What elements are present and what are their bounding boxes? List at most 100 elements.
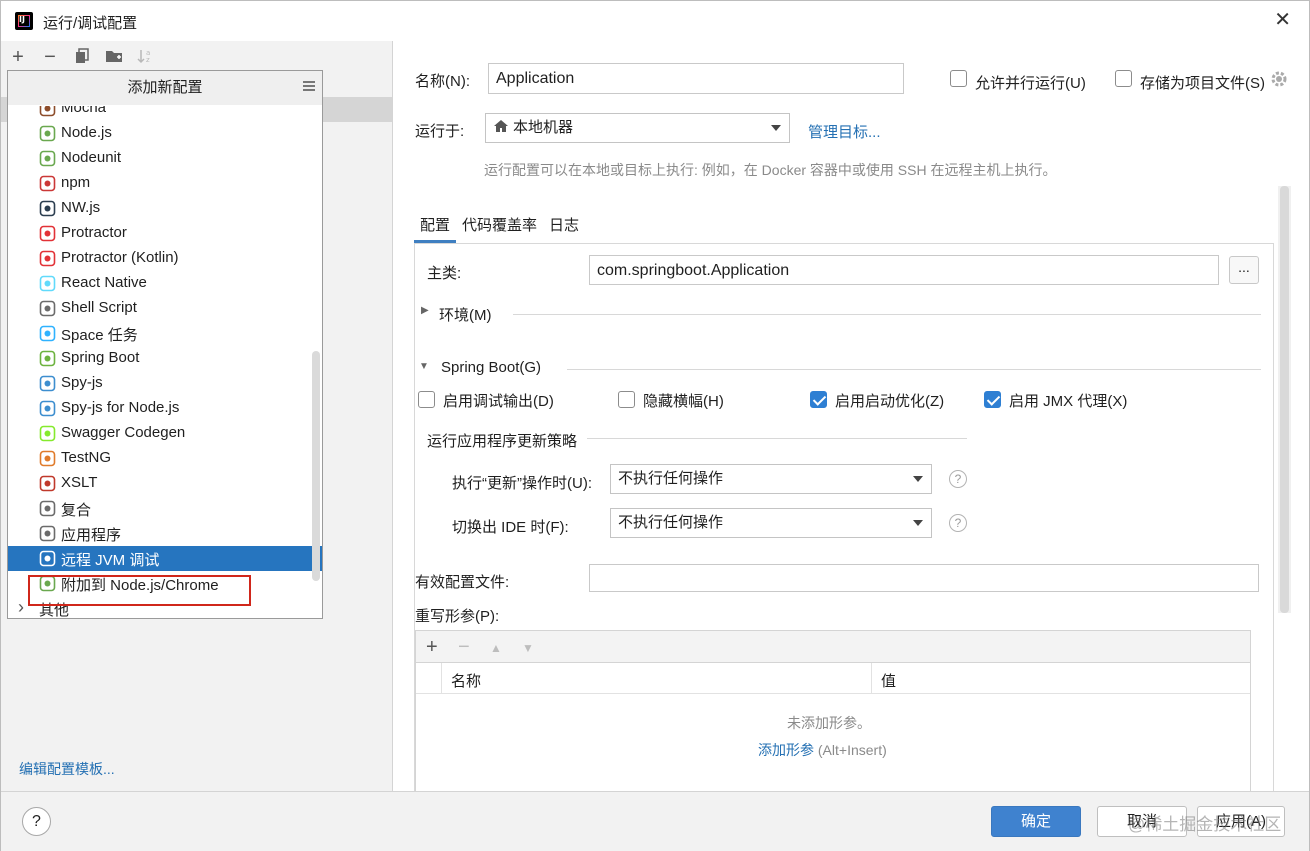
run-on-select[interactable]: 本地机器 xyxy=(485,113,790,143)
swagger-icon xyxy=(39,425,56,442)
list-item[interactable]: Spy-js xyxy=(8,371,322,396)
list-item[interactable]: 远程 JVM 调试 xyxy=(8,546,322,571)
list-item[interactable]: Swagger Codegen xyxy=(8,421,322,446)
popup-header: 添加新配置 xyxy=(8,71,322,105)
browse-button[interactable]: ... xyxy=(1229,256,1259,284)
list-item[interactable]: Protractor (Kotlin) xyxy=(8,246,322,271)
compound-icon xyxy=(39,500,56,517)
list-item[interactable]: Spring Boot xyxy=(8,346,322,371)
main-class-input[interactable]: com.springboot.Application xyxy=(589,255,1219,285)
column-value-header[interactable]: 值 xyxy=(881,670,896,691)
help-button[interactable]: ? xyxy=(22,807,51,836)
tree-toolbar: + − az xyxy=(9,45,155,69)
allow-parallel-label: 允许并行运行(U) xyxy=(975,75,1086,92)
active-profiles-label: 有效配置文件: xyxy=(415,574,510,591)
sort-icon[interactable]: az xyxy=(137,48,155,66)
list-item[interactable]: NW.js xyxy=(8,196,322,221)
svg-text:z: z xyxy=(146,56,150,64)
list-item[interactable]: 附加到 Node.js/Chrome xyxy=(8,571,322,596)
list-item-label: Nodeunit xyxy=(61,149,122,166)
on-frame-label: 切换出 IDE 时(F): xyxy=(452,519,569,536)
hide-banner-checkbox[interactable] xyxy=(618,391,635,408)
move-down-icon[interactable]: ▼ xyxy=(522,641,534,655)
config-detail-panel: 名称(N): Application 允许并行运行(U) 存储为项目文件(S) … xyxy=(394,41,1309,792)
help-icon[interactable]: ? xyxy=(949,470,967,488)
copy-icon[interactable] xyxy=(73,48,91,66)
debug-output-checkbox[interactable] xyxy=(418,391,435,408)
launch-optimization-checkbox[interactable] xyxy=(810,391,827,408)
list-item-label: 复合 xyxy=(61,502,92,519)
gear-icon[interactable] xyxy=(1270,70,1288,88)
ok-button[interactable]: 确定 xyxy=(991,806,1081,837)
list-item-label: TestNG xyxy=(61,449,112,466)
add-icon[interactable]: + xyxy=(426,636,438,659)
list-item[interactable]: npm xyxy=(8,171,322,196)
on-update-value: 不执行任何操作 xyxy=(618,470,724,487)
jmx-agent-checkbox[interactable] xyxy=(984,391,1001,408)
collapse-arrow-icon[interactable]: ▼ xyxy=(419,361,429,372)
spring-boot-icon xyxy=(39,350,56,367)
list-item[interactable]: Protractor xyxy=(8,221,322,246)
cancel-button[interactable]: 取消 xyxy=(1097,806,1187,837)
environment-section[interactable]: 环境(M) xyxy=(439,304,492,325)
collapse-icon[interactable] xyxy=(302,79,316,95)
list-item[interactable]: Shell Script xyxy=(8,296,322,321)
list-item[interactable]: 应用程序 xyxy=(8,521,322,546)
shell-icon xyxy=(39,300,56,317)
tab-logs[interactable]: 日志 xyxy=(543,209,585,243)
folder-icon[interactable] xyxy=(105,48,123,66)
manage-targets-link[interactable]: 管理目标... xyxy=(808,121,881,142)
active-profiles-input[interactable] xyxy=(589,564,1259,592)
tab-code-coverage[interactable]: 代码覆盖率 xyxy=(456,209,543,243)
protractor-icon xyxy=(39,225,56,242)
list-item[interactable]: Nodeunit xyxy=(8,146,322,171)
store-as-file-checkbox[interactable] xyxy=(1115,70,1132,87)
table-toolbar: + − ▲ ▼ xyxy=(416,631,1250,663)
name-input[interactable]: Application xyxy=(488,63,904,94)
list-item-label: Protractor xyxy=(61,224,127,241)
remove-icon[interactable]: − xyxy=(41,47,59,67)
list-item[interactable]: Spy-js for Node.js xyxy=(8,396,322,421)
allow-parallel-checkbox[interactable] xyxy=(950,70,967,87)
divider xyxy=(587,438,967,439)
remove-icon[interactable]: − xyxy=(458,636,470,659)
dialog-footer: ? 确定 取消 应用(A) @稀土掘金技术社区 xyxy=(1,791,1309,851)
application-icon xyxy=(39,525,56,542)
store-as-file-label: 存储为项目文件(S) xyxy=(1140,75,1265,92)
list-item[interactable]: XSLT xyxy=(8,471,322,496)
list-item[interactable]: Space 任务 xyxy=(8,321,322,346)
on-frame-select[interactable]: 不执行任何操作 xyxy=(610,508,932,538)
add-param-action[interactable]: 添加形参 (Alt+Insert) xyxy=(758,740,887,760)
list-item[interactable]: › 其他 xyxy=(8,596,322,618)
add-icon[interactable]: + xyxy=(9,47,27,67)
config-tabs: 配置 代码覆盖率 日志 xyxy=(414,209,585,243)
add-param-link[interactable]: 添加形参 xyxy=(758,742,814,758)
list-item-label: XSLT xyxy=(61,474,98,491)
help-icon[interactable]: ? xyxy=(949,514,967,532)
expand-arrow-icon[interactable]: ▶ xyxy=(421,305,429,316)
chevron-right-icon[interactable]: › xyxy=(18,597,24,618)
detail-scrollbar[interactable] xyxy=(1278,186,1291,613)
chevron-down-icon xyxy=(913,520,923,526)
popup-scrollbar[interactable] xyxy=(312,351,320,581)
list-item[interactable]: 复合 xyxy=(8,496,322,521)
spyjs-icon xyxy=(39,375,56,392)
move-up-icon[interactable]: ▲ xyxy=(490,641,502,655)
list-item-label: Spy-js for Node.js xyxy=(61,399,180,416)
spring-boot-section[interactable]: Spring Boot(G) xyxy=(441,359,541,376)
list-item[interactable]: Mocha xyxy=(8,106,322,121)
list-item[interactable]: TestNG xyxy=(8,446,322,471)
list-item-label: Swagger Codegen xyxy=(61,424,186,441)
close-icon[interactable]: ✕ xyxy=(1274,9,1291,31)
list-item[interactable]: Node.js xyxy=(8,121,322,146)
on-update-select[interactable]: 不执行任何操作 xyxy=(610,464,932,494)
space-icon xyxy=(39,325,56,342)
edit-templates-link[interactable]: 编辑配置模板... xyxy=(19,759,115,779)
react-icon xyxy=(39,275,56,292)
apply-button[interactable]: 应用(A) xyxy=(1197,806,1285,837)
list-item[interactable]: React Native xyxy=(8,271,322,296)
column-name-header[interactable]: 名称 xyxy=(451,670,481,691)
list-item-label: Node.js xyxy=(61,124,112,141)
empty-table-text: 未添加形参。 xyxy=(787,715,871,731)
tab-configuration[interactable]: 配置 xyxy=(414,209,457,243)
